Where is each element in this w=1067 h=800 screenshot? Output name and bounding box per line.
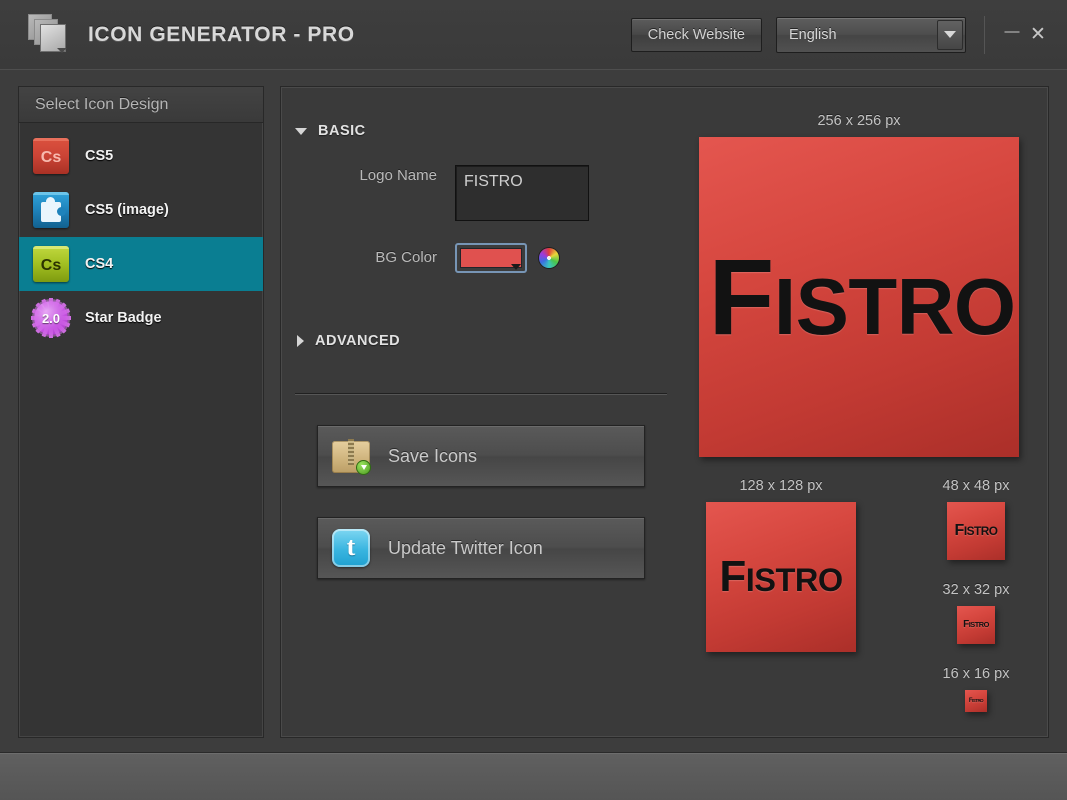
update-twitter-icon-button[interactable]: t Update Twitter Icon xyxy=(317,517,645,579)
preview-48: 48 x 48 px FISTRO xyxy=(916,478,1036,560)
logo-rest: ISTRO xyxy=(745,562,843,598)
cs4-icon: Cs xyxy=(33,246,69,282)
update-twitter-label: Update Twitter Icon xyxy=(388,537,543,558)
preview-256-caption: 256 x 256 px xyxy=(817,113,901,129)
logo-initial: F xyxy=(708,236,774,357)
language-select[interactable]: English xyxy=(776,16,966,53)
close-button[interactable]: ✕ xyxy=(1025,22,1051,48)
title-bar: ICON GENERATOR - PRO Check Website Engli… xyxy=(0,0,1067,70)
preview-32-caption: 32 x 32 px xyxy=(942,582,1010,598)
cs4-icon-text: Cs xyxy=(40,256,62,274)
logo-initial: F xyxy=(954,522,965,539)
preview-32: 32 x 32 px FISTRO xyxy=(916,582,1036,644)
icon-preview-32: FISTRO xyxy=(957,606,995,644)
icon-preview-16: FISTRO xyxy=(965,690,987,712)
sidebar-item-label: CS4 xyxy=(85,256,114,272)
preview-48-caption: 48 x 48 px xyxy=(942,478,1010,494)
color-wheel-icon[interactable] xyxy=(539,248,559,268)
logo-name-row: Logo Name xyxy=(295,165,681,221)
basic-section-toggle[interactable]: BASIC xyxy=(295,123,681,139)
icon-preview-128: FISTRO xyxy=(706,502,856,652)
logo-name-input[interactable] xyxy=(455,165,589,221)
check-website-button[interactable]: Check Website xyxy=(630,17,762,52)
triangle-right-icon xyxy=(297,335,304,347)
minimize-button[interactable]: — xyxy=(999,22,1025,48)
preview-panel: 256 x 256 px FISTRO 128 x 128 px FISTRO … xyxy=(681,87,1048,737)
preview-16: 16 x 16 px FISTRO xyxy=(916,666,1036,712)
save-icons-button[interactable]: Save Icons xyxy=(317,425,645,487)
logo-name-label: Logo Name xyxy=(359,167,437,184)
sidebar-item-label: Star Badge xyxy=(85,310,162,326)
advanced-section-label: ADVANCED xyxy=(315,333,401,349)
divider xyxy=(295,393,667,395)
icon-preview-256: FISTRO xyxy=(699,137,1019,457)
title-bar-controls: Check Website English — ✕ xyxy=(630,15,1067,54)
bg-color-row: BG Color xyxy=(295,243,681,273)
settings-form: BASIC Logo Name BG Color ADVANCE xyxy=(281,87,681,737)
basic-section-label: BASIC xyxy=(318,123,366,139)
bg-color-swatch[interactable] xyxy=(455,243,527,273)
stacked-squares-icon xyxy=(28,13,70,56)
cs5-icon-text: Cs xyxy=(40,148,62,166)
preview-128: 128 x 128 px FISTRO xyxy=(706,478,856,652)
bg-color-label: BG Color xyxy=(375,249,437,266)
language-select-value: English xyxy=(789,26,837,43)
sidebar-list: Cs CS5 CS5 (image) Cs CS4 Star Badge xyxy=(19,123,263,345)
preview-small-column: 48 x 48 px FISTRO 32 x 32 px FISTRO 16 x… xyxy=(916,478,1036,712)
puzzle-icon xyxy=(33,192,69,228)
star-badge-icon: 2.0 xyxy=(31,298,71,338)
logo-rest: ISTRO xyxy=(963,524,998,538)
logo-initial: F xyxy=(719,552,746,601)
triangle-down-icon xyxy=(295,127,307,135)
logo-rest: ISTRO xyxy=(968,620,990,629)
sidebar-header: Select Icon Design xyxy=(19,87,263,123)
sidebar-item-label: CS5 xyxy=(85,148,114,164)
sidebar-item-label: CS5 (image) xyxy=(85,202,169,218)
divider xyxy=(984,15,985,54)
twitter-bird-icon: t xyxy=(332,529,370,567)
logo-rest: ISTRO xyxy=(972,698,984,703)
save-icons-label: Save Icons xyxy=(388,445,478,466)
cs5-icon: Cs xyxy=(33,138,69,174)
sidebar-item-star-badge[interactable]: 2.0 Star Badge xyxy=(19,291,263,345)
chevron-down-icon[interactable] xyxy=(937,19,963,50)
status-bar xyxy=(0,752,1067,800)
icon-preview-48: FISTRO xyxy=(947,502,1005,560)
sidebar-item-cs5[interactable]: Cs CS5 xyxy=(19,129,263,183)
main-body: Select Icon Design Cs CS5 CS5 (image) Cs… xyxy=(0,70,1067,752)
preview-128-caption: 128 x 128 px xyxy=(739,478,823,494)
app-title: ICON GENERATOR - PRO xyxy=(88,22,355,46)
main-panel: BASIC Logo Name BG Color ADVANCE xyxy=(280,86,1049,738)
logo-rest: ISTRO xyxy=(773,262,1016,351)
sidebar: Select Icon Design Cs CS5 CS5 (image) Cs… xyxy=(18,86,264,738)
advanced-section-toggle[interactable]: ADVANCED xyxy=(295,333,681,349)
zip-archive-download-icon xyxy=(332,439,371,475)
chevron-down-icon[interactable] xyxy=(511,264,521,270)
application-window: ICON GENERATOR - PRO Check Website Engli… xyxy=(0,0,1067,800)
preview-16-caption: 16 x 16 px xyxy=(942,666,1010,682)
preview-256: 256 x 256 px FISTRO xyxy=(699,113,1019,457)
sidebar-item-cs4[interactable]: Cs CS4 xyxy=(19,237,263,291)
sidebar-item-cs5-image[interactable]: CS5 (image) xyxy=(19,183,263,237)
